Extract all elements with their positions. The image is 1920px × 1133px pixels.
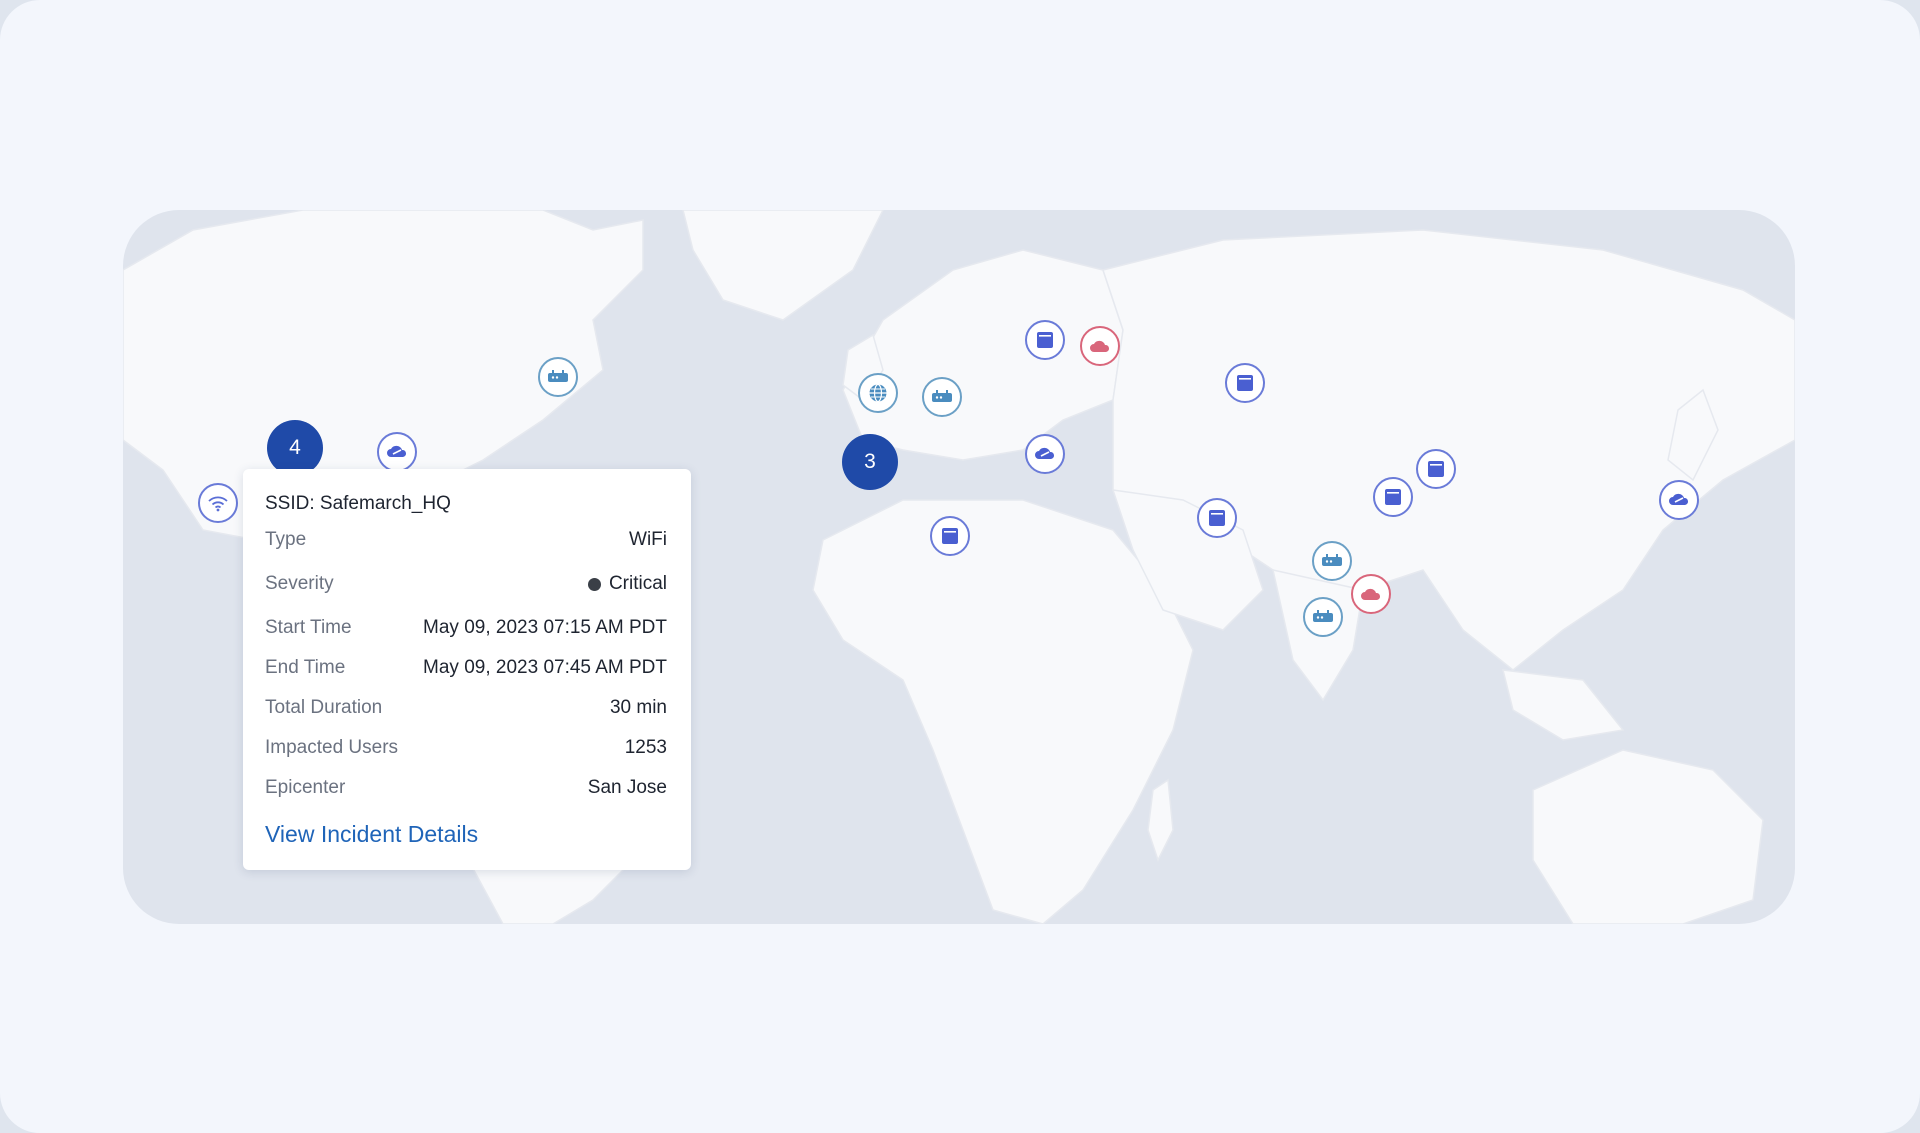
cluster-badge[interactable]: 4 [267, 420, 323, 476]
server-icon[interactable] [1197, 498, 1237, 538]
row-label: Impacted Users [265, 737, 399, 758]
server-icon[interactable] [1225, 363, 1265, 403]
row-value: 30 min [609, 697, 667, 718]
router-icon[interactable] [1303, 597, 1343, 637]
router-icon[interactable] [1312, 541, 1352, 581]
row-value: WiFi [629, 529, 667, 550]
view-incident-details-link[interactable]: View Incident Details [265, 821, 478, 848]
cloud-icon[interactable] [1080, 326, 1120, 366]
tooltip-row-impacted-users: Impacted Users 1253 [265, 736, 667, 760]
row-label: Total Duration [265, 697, 383, 718]
severity-dot-icon [587, 577, 601, 591]
tooltip-row-severity: Severity Critical [265, 572, 667, 596]
row-label: Epicenter [265, 777, 346, 798]
page-background: 4 3 SSID: Safemarch_HQ Type WiFi Severit… [0, 0, 1920, 1133]
row-value: San Jose [587, 777, 667, 798]
row-value: Critical [608, 573, 667, 594]
server-icon[interactable] [1025, 320, 1065, 360]
row-label: End Time [265, 657, 346, 678]
server-icon[interactable] [1373, 477, 1413, 517]
incident-tooltip: SSID: Safemarch_HQ Type WiFi Severity Cr… [243, 469, 691, 870]
router-icon[interactable] [922, 377, 962, 417]
row-value: 1253 [624, 737, 667, 758]
tooltip-row-epicenter: Epicenter San Jose [265, 776, 667, 800]
tooltip-row-type: Type WiFi [265, 528, 667, 552]
tooltip-row-duration: Total Duration 30 min [265, 696, 667, 720]
row-value: May 09, 2023 07:45 AM PDT [423, 657, 667, 678]
tooltip-row-end-time: End Time May 09, 2023 07:45 AM PDT [265, 656, 667, 680]
cluster-count: 4 [289, 436, 301, 459]
server-icon[interactable] [1416, 449, 1456, 489]
severity-value: Critical [587, 572, 667, 596]
row-label: Severity [265, 573, 334, 594]
tooltip-title: SSID: Safemarch_HQ [265, 493, 451, 514]
cloud-icon[interactable] [1351, 574, 1391, 614]
globe-icon[interactable] [858, 373, 898, 413]
cloud-link-icon[interactable] [1025, 434, 1065, 474]
tooltip-row-start-time: Start Time May 09, 2023 07:15 AM PDT [265, 616, 667, 640]
router-icon[interactable] [538, 357, 578, 397]
row-value: May 09, 2023 07:15 AM PDT [423, 617, 667, 638]
cluster-badge[interactable]: 3 [842, 434, 898, 490]
wifi-icon[interactable] [198, 483, 238, 523]
cloud-link-icon[interactable] [1659, 480, 1699, 520]
row-label: Start Time [265, 617, 352, 638]
row-label: Type [265, 529, 307, 550]
server-icon[interactable] [930, 516, 970, 556]
cluster-count: 3 [864, 450, 876, 473]
cloud-link-icon[interactable] [377, 432, 417, 472]
